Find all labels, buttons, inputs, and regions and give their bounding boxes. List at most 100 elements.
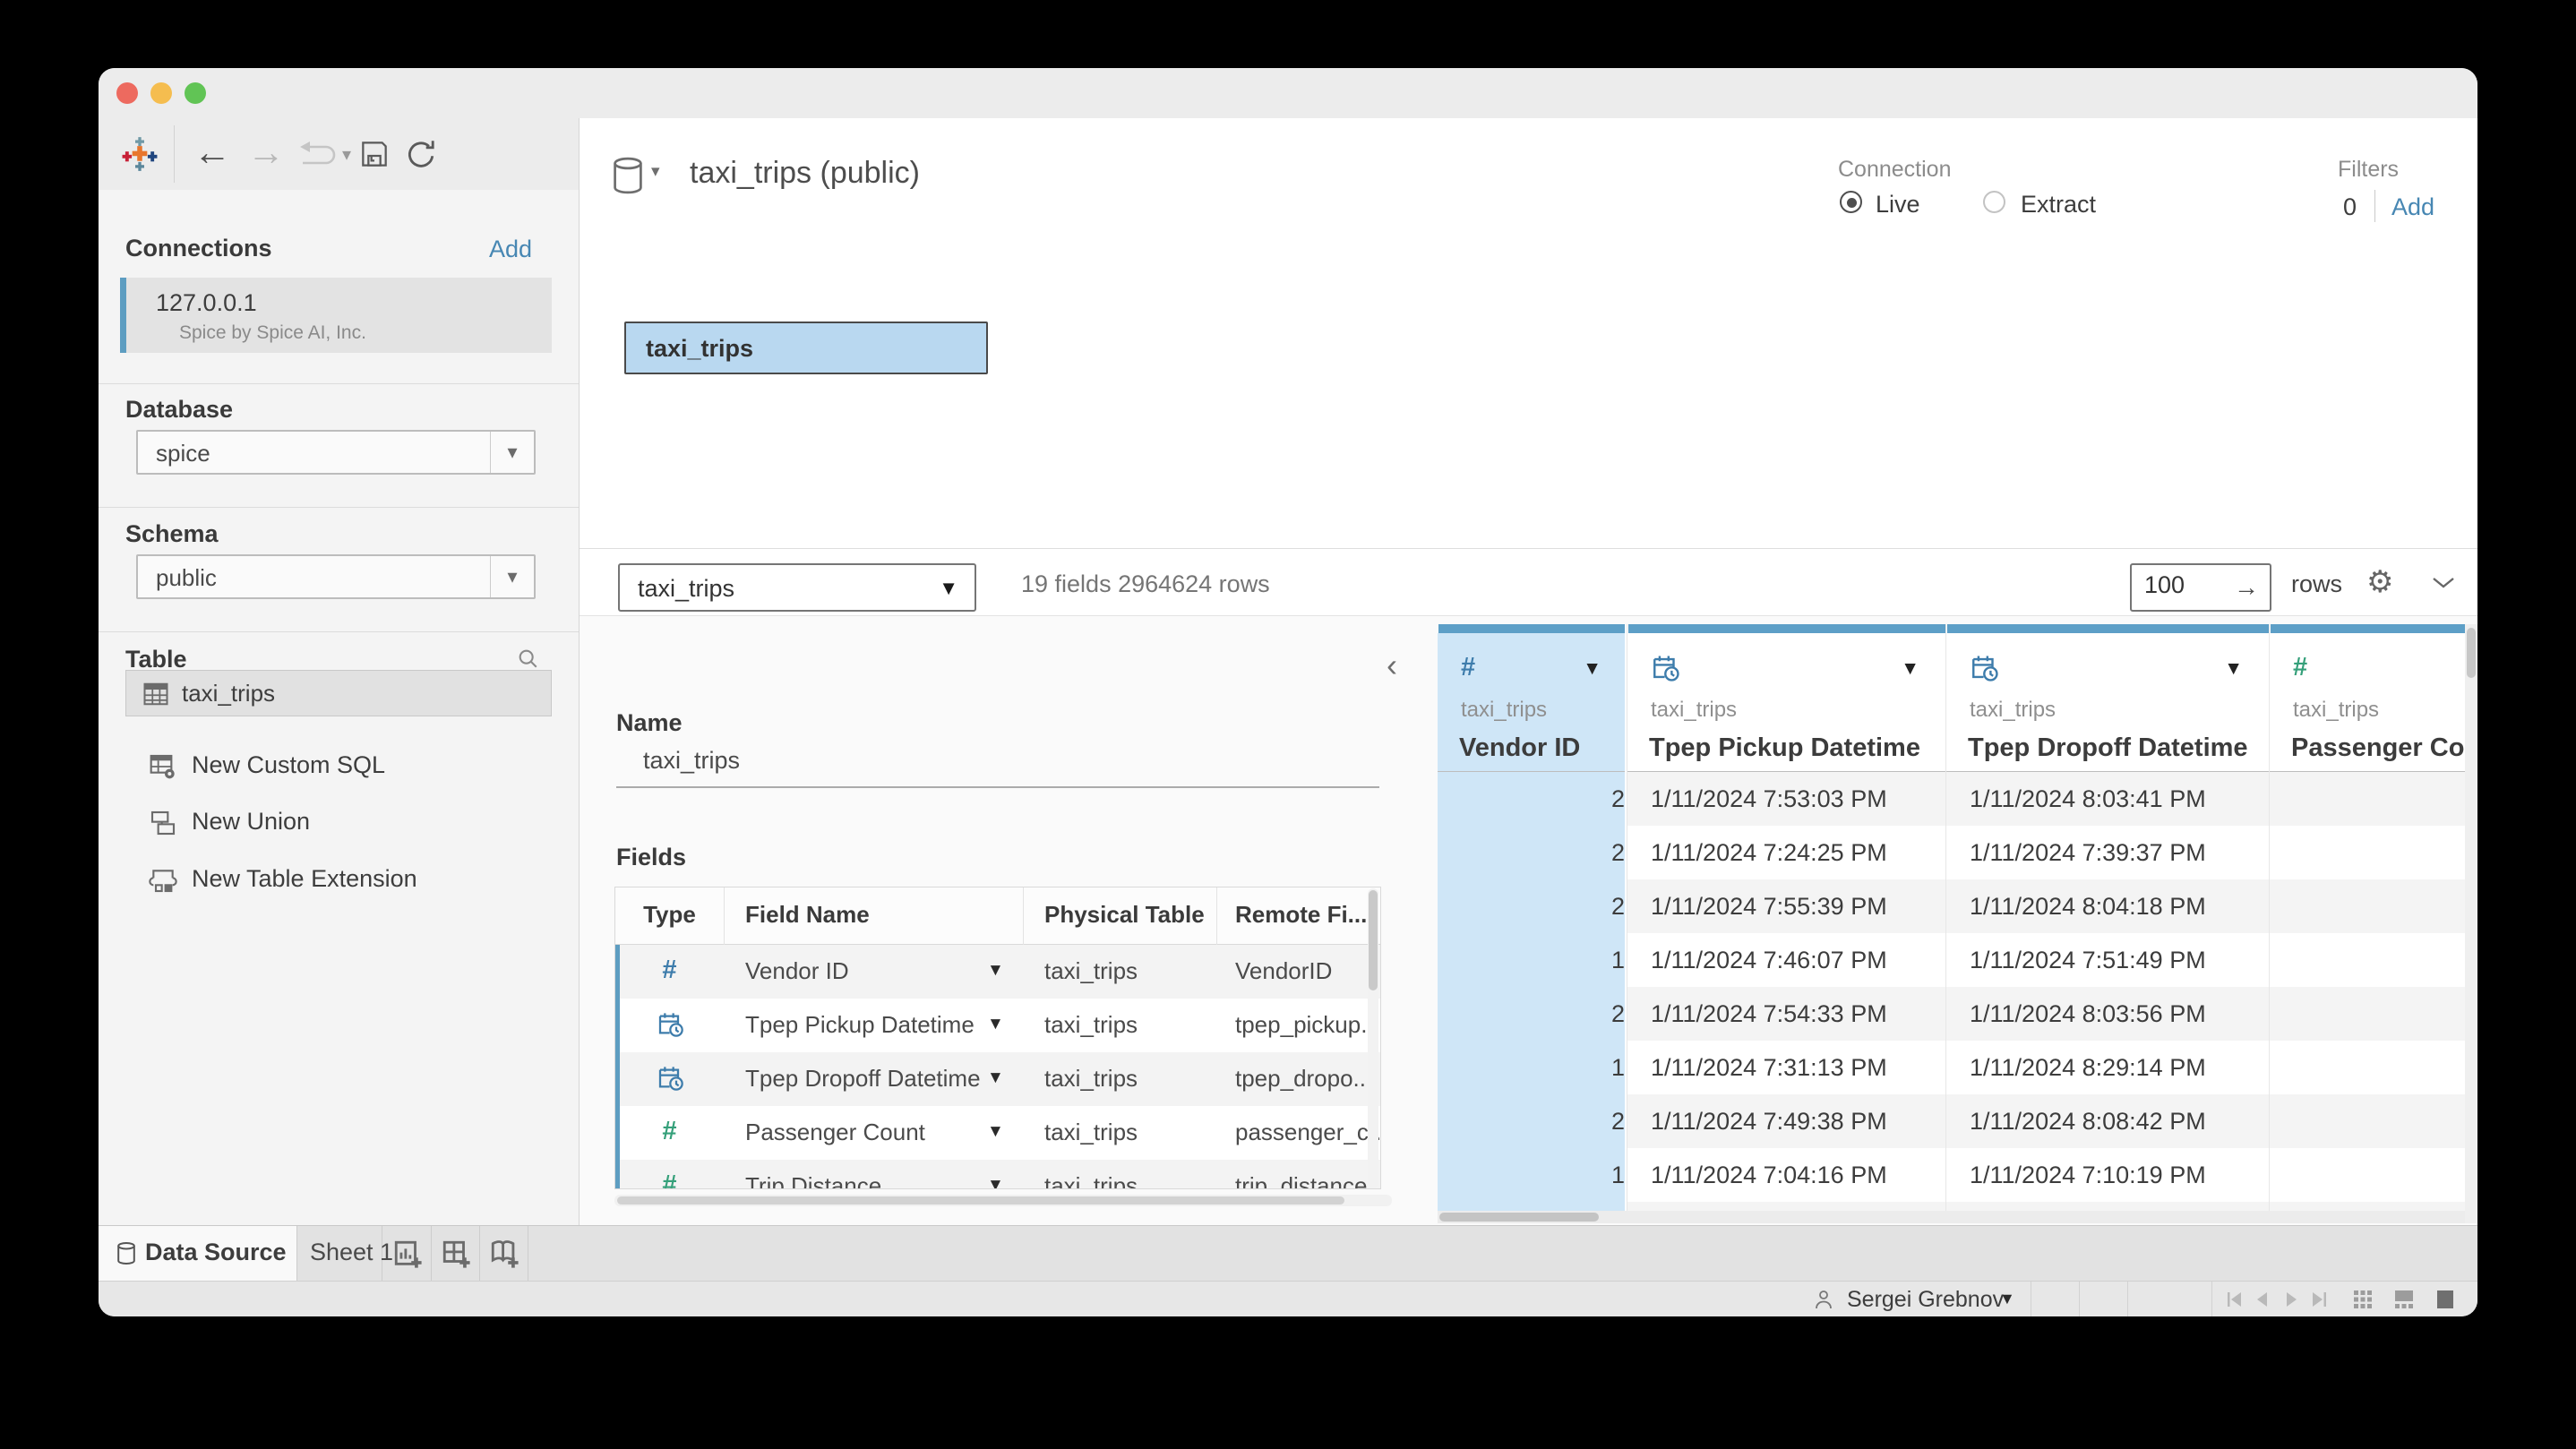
collapse-panel-icon[interactable]: ‹ bbox=[1387, 647, 1397, 684]
live-radio[interactable] bbox=[1840, 191, 1862, 213]
next-page-button[interactable] bbox=[2280, 1289, 2302, 1310]
grid-cell bbox=[2270, 879, 2477, 933]
new-custom-sql-label: New Custom SQL bbox=[192, 751, 385, 779]
chevron-down-icon[interactable] bbox=[2432, 577, 2455, 589]
fields-rows-summary: 19 fields 2964624 rows bbox=[1021, 570, 1270, 598]
database-label: Database bbox=[125, 396, 233, 424]
connection-item[interactable]: 127.0.0.1 Spice by Spice AI, Inc. bbox=[120, 278, 552, 353]
minimize-button[interactable] bbox=[150, 82, 172, 104]
tab-data-source[interactable]: Data Source bbox=[99, 1226, 297, 1282]
caret-down-icon: ▾ bbox=[490, 556, 534, 597]
view-large-grid-button[interactable] bbox=[2393, 1289, 2415, 1310]
column-header[interactable]: # ▼ taxi_trips Vendor ID bbox=[1438, 633, 1627, 772]
column-header[interactable]: ▼ taxi_trips Tpep Pickup Datetime bbox=[1627, 633, 1945, 772]
redo-icon[interactable] bbox=[290, 141, 340, 168]
refresh-button[interactable] bbox=[405, 138, 437, 170]
tab-sheet1[interactable]: Sheet 1 bbox=[297, 1226, 382, 1282]
table-item-taxi-trips[interactable]: taxi_trips bbox=[125, 670, 552, 716]
field-physical-table: taxi_trips bbox=[1044, 1065, 1138, 1093]
new-custom-sql-item[interactable]: New Custom SQL bbox=[99, 743, 579, 790]
grid-column-passenger-count: # taxi_trips Passenger Count bbox=[2269, 624, 2477, 1211]
scrollbar-thumb[interactable] bbox=[1439, 1213, 1599, 1222]
new-story-button[interactable] bbox=[480, 1226, 528, 1282]
scrollbar-thumb[interactable] bbox=[2467, 628, 2476, 678]
caret-down-icon: ▼ bbox=[1999, 1290, 2015, 1308]
live-radio-label[interactable]: Live bbox=[1876, 191, 1920, 219]
grid-horizontal-scrollbar[interactable] bbox=[1438, 1211, 2465, 1223]
extract-radio-label[interactable]: Extract bbox=[2021, 191, 2096, 219]
field-row-tpep-pickup[interactable]: Tpep Pickup Datetime ▼ taxi_trips tpep_p… bbox=[615, 999, 1380, 1052]
connection-mode-label: Connection bbox=[1838, 157, 1951, 183]
tab-bar: Data Source Sheet 1 bbox=[99, 1225, 2477, 1281]
grid-vertical-scrollbar[interactable] bbox=[2465, 624, 2477, 1223]
gear-icon[interactable]: ⚙ bbox=[2366, 564, 2393, 600]
field-caret-icon[interactable]: ▼ bbox=[987, 1122, 1004, 1142]
scrollbar-thumb[interactable] bbox=[617, 1196, 1344, 1205]
column-name: Tpep Dropoff Datetime bbox=[1968, 733, 2248, 763]
column-menu-caret-icon[interactable]: ▼ bbox=[2224, 658, 2243, 680]
grid-cell: 1/11/2024 7:54:33 PM bbox=[1627, 987, 1945, 1041]
new-dashboard-button[interactable] bbox=[432, 1226, 480, 1282]
first-page-button[interactable] bbox=[2223, 1289, 2245, 1310]
grid-cell: 1/11/2024 7:39:37 PM bbox=[1946, 826, 2269, 879]
fields-vertical-scrollbar[interactable] bbox=[1368, 888, 1378, 1187]
back-button[interactable]: ← bbox=[193, 131, 231, 174]
table-preview-select[interactable]: taxi_trips ▼ bbox=[618, 563, 976, 612]
rows-label: rows bbox=[2291, 570, 2342, 598]
new-union-icon bbox=[149, 809, 177, 837]
field-caret-icon[interactable]: ▼ bbox=[987, 1015, 1004, 1034]
filters-add-button[interactable]: Add bbox=[2391, 193, 2434, 221]
last-page-button[interactable] bbox=[2309, 1289, 2331, 1310]
column-table: taxi_trips bbox=[2293, 698, 2379, 723]
schema-select[interactable]: public ▾ bbox=[136, 554, 536, 599]
field-physical-table: taxi_trips bbox=[1044, 1172, 1138, 1188]
sidebar-divider bbox=[99, 631, 579, 632]
apply-rows-icon[interactable]: → bbox=[2234, 573, 2259, 602]
field-caret-icon[interactable]: ▼ bbox=[987, 1176, 1004, 1188]
statusbar-divider bbox=[2079, 1282, 2080, 1316]
field-row-vendor-id[interactable]: # Vendor ID ▼ taxi_trips VendorID bbox=[615, 945, 1380, 999]
maximize-button[interactable] bbox=[185, 82, 206, 104]
connections-add-button[interactable]: Add bbox=[489, 236, 532, 263]
prev-page-button[interactable] bbox=[2252, 1289, 2273, 1310]
grid-cell bbox=[2270, 1148, 2477, 1202]
forward-button[interactable]: → bbox=[247, 131, 285, 174]
column-menu-caret-icon[interactable]: ▼ bbox=[1583, 658, 1601, 680]
number-type-icon: # bbox=[615, 1170, 724, 1188]
save-button[interactable] bbox=[360, 140, 389, 168]
field-row-tpep-dropoff[interactable]: Tpep Dropoff Datetime ▼ taxi_trips tpep_… bbox=[615, 1052, 1380, 1106]
column-header[interactable]: ▼ taxi_trips Tpep Dropoff Datetime bbox=[1946, 633, 2269, 772]
number-type-icon: # bbox=[2293, 653, 2307, 682]
database-select[interactable]: spice ▾ bbox=[136, 430, 536, 475]
column-menu-caret-icon[interactable]: ▼ bbox=[1901, 658, 1919, 680]
close-button[interactable] bbox=[116, 82, 138, 104]
user-menu[interactable]: Sergei Grebnov ▼ bbox=[1800, 1282, 2031, 1316]
view-single-button[interactable] bbox=[2434, 1289, 2456, 1310]
column-header[interactable]: # taxi_trips Passenger Count bbox=[2270, 633, 2477, 772]
field-remote: VendorID bbox=[1235, 957, 1332, 985]
grid-cell bbox=[2270, 933, 2477, 987]
extract-radio[interactable] bbox=[1983, 191, 2005, 213]
field-remote: tpep_pickup... bbox=[1235, 1011, 1380, 1039]
new-union-item[interactable]: New Union bbox=[99, 800, 579, 846]
grid-cell: 1/11/2024 8:08:42 PM bbox=[1946, 1094, 2269, 1148]
table-search-icon[interactable] bbox=[516, 647, 541, 672]
redo-caret-icon[interactable]: ▾ bbox=[342, 143, 351, 166]
canvas-node-label: taxi_trips bbox=[646, 335, 753, 363]
canvas-node-taxi-trips[interactable]: taxi_trips bbox=[624, 322, 988, 374]
grid-partial-row bbox=[2270, 1202, 2477, 1211]
field-caret-icon[interactable]: ▼ bbox=[987, 1068, 1004, 1088]
row-limit-input[interactable] bbox=[2142, 570, 2227, 600]
field-row-trip-distance[interactable]: # Trip Distance ▼ taxi_trips trip_distan… bbox=[615, 1160, 1380, 1188]
field-caret-icon[interactable]: ▼ bbox=[987, 961, 1004, 981]
field-name: Vendor ID bbox=[745, 957, 849, 985]
field-row-passenger-count[interactable]: # Passenger Count ▼ taxi_trips passenger… bbox=[615, 1106, 1380, 1160]
name-value[interactable]: taxi_trips bbox=[643, 747, 740, 775]
scrollbar-thumb[interactable] bbox=[1369, 890, 1378, 990]
new-table-extension-item[interactable]: New Table Extension bbox=[99, 857, 579, 904]
view-small-grid-button[interactable] bbox=[2352, 1289, 2374, 1310]
datasource-caret-icon[interactable]: ▾ bbox=[651, 161, 660, 182]
new-worksheet-button[interactable] bbox=[382, 1226, 432, 1282]
grid-cell: 2 bbox=[1438, 772, 1627, 827]
fields-horizontal-scrollbar[interactable] bbox=[614, 1195, 1392, 1206]
